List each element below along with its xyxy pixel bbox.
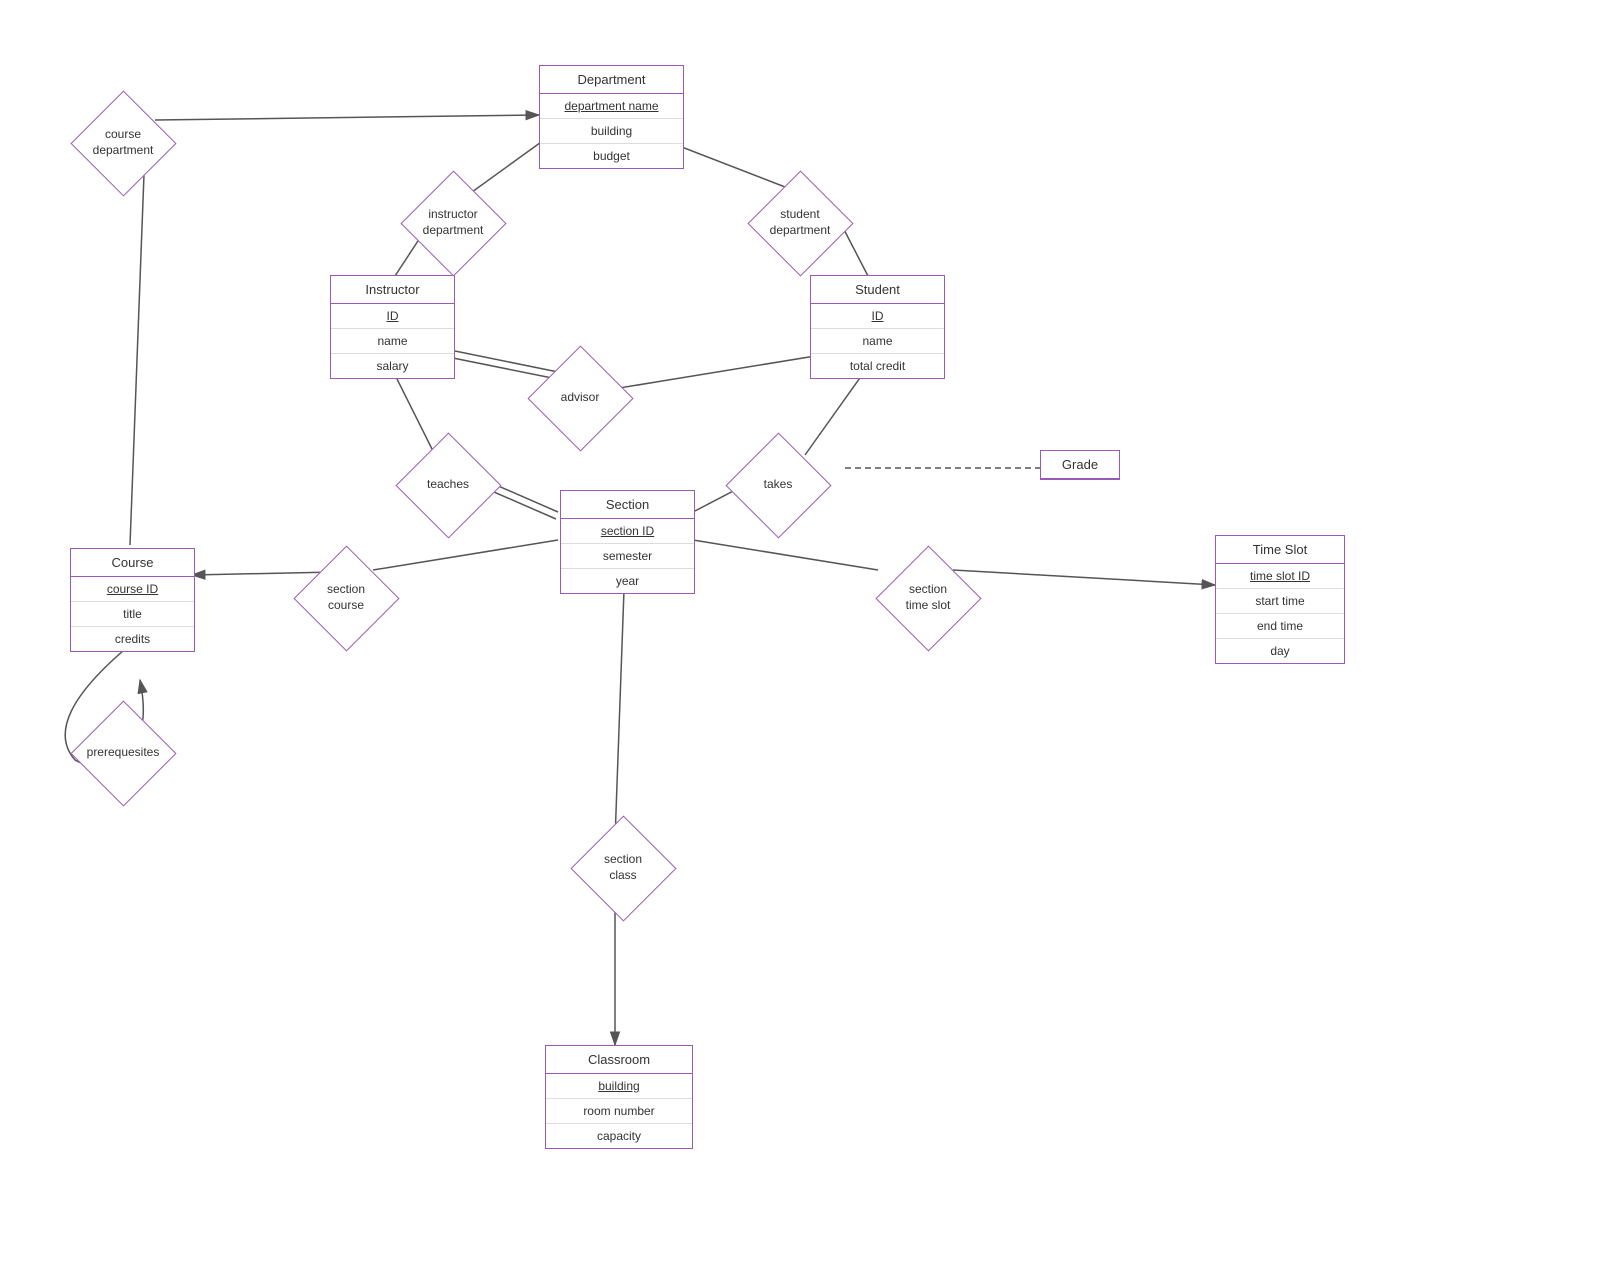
line-course-dept-to-course — [130, 148, 145, 545]
timeslot-entity: Time Slot time slot ID start time end ti… — [1215, 535, 1345, 664]
line-section-timeslot-to-section — [693, 540, 878, 570]
diamond-advisor: advisor — [530, 348, 630, 448]
diamond-instructor-department: instructordepartment — [398, 168, 508, 278]
course-title: Course — [71, 549, 194, 577]
student-attr-id: ID — [811, 304, 944, 329]
department-attr-name: department name — [540, 94, 683, 119]
line-section-class-to-section — [615, 590, 624, 840]
instructor-attr-name: name — [331, 329, 454, 354]
instructor-entity: Instructor ID name salary — [330, 275, 455, 379]
diamond-teaches: teaches — [398, 435, 498, 535]
section-attr-id: section ID — [561, 519, 694, 544]
student-attr-name: name — [811, 329, 944, 354]
student-title: Student — [811, 276, 944, 304]
diamond-section-class-label: sectionclass — [604, 852, 642, 883]
instructor-title: Instructor — [331, 276, 454, 304]
classroom-title: Classroom — [546, 1046, 692, 1074]
line-section-course-to-section — [373, 540, 558, 570]
diamond-section-class: sectionclass — [573, 818, 673, 918]
section-entity: Section section ID semester year — [560, 490, 695, 594]
classroom-attr-roomnumber: room number — [546, 1099, 692, 1124]
timeslot-attr-id: time slot ID — [1216, 564, 1344, 589]
instructor-attr-id: ID — [331, 304, 454, 329]
diamond-instructor-department-label: instructordepartment — [423, 207, 484, 238]
diamond-section-course: sectioncourse — [296, 548, 396, 648]
timeslot-attr-start: start time — [1216, 589, 1344, 614]
department-title: Department — [540, 66, 683, 94]
course-entity: Course course ID title credits — [70, 548, 195, 652]
diamond-section-timeslot-label: sectiontime slot — [906, 582, 951, 613]
course-attr-title: title — [71, 602, 194, 627]
student-entity: Student ID name total credit — [810, 275, 945, 379]
timeslot-title: Time Slot — [1216, 536, 1344, 564]
grade-title: Grade — [1041, 451, 1119, 479]
diamond-prerequisites: prerequesites — [68, 698, 178, 808]
diamond-section-course-label: sectioncourse — [327, 582, 365, 613]
diamond-advisor-label: advisor — [561, 390, 600, 406]
department-attr-budget: budget — [540, 144, 683, 168]
grade-entity: Grade — [1040, 450, 1120, 480]
diamond-course-department-label: coursedepartment — [93, 127, 154, 158]
diamond-course-department: coursedepartment — [68, 88, 178, 198]
course-attr-credits: credits — [71, 627, 194, 651]
section-title: Section — [561, 491, 694, 519]
department-attr-building: building — [540, 119, 683, 144]
diamond-prerequisites-label: prerequesites — [87, 745, 160, 761]
timeslot-attr-day: day — [1216, 639, 1344, 663]
diamond-student-department: studentdepartment — [745, 168, 855, 278]
classroom-attr-building: building — [546, 1074, 692, 1099]
diamond-takes: takes — [728, 435, 828, 535]
line-course-dept-to-dept — [155, 115, 539, 120]
section-attr-semester: semester — [561, 544, 694, 569]
diamond-takes-label: takes — [764, 477, 793, 493]
classroom-entity: Classroom building room number capacity — [545, 1045, 693, 1149]
diamond-student-department-label: studentdepartment — [770, 207, 831, 238]
student-attr-totalcredit: total credit — [811, 354, 944, 378]
timeslot-attr-end: end time — [1216, 614, 1344, 639]
section-attr-year: year — [561, 569, 694, 593]
diamond-section-timeslot: sectiontime slot — [878, 548, 978, 648]
classroom-attr-capacity: capacity — [546, 1124, 692, 1148]
department-entity: Department department name building budg… — [539, 65, 684, 169]
line-section-timeslot-to-timeslot — [953, 570, 1215, 585]
diamond-teaches-label: teaches — [427, 477, 469, 493]
instructor-attr-salary: salary — [331, 354, 454, 378]
course-attr-id: course ID — [71, 577, 194, 602]
